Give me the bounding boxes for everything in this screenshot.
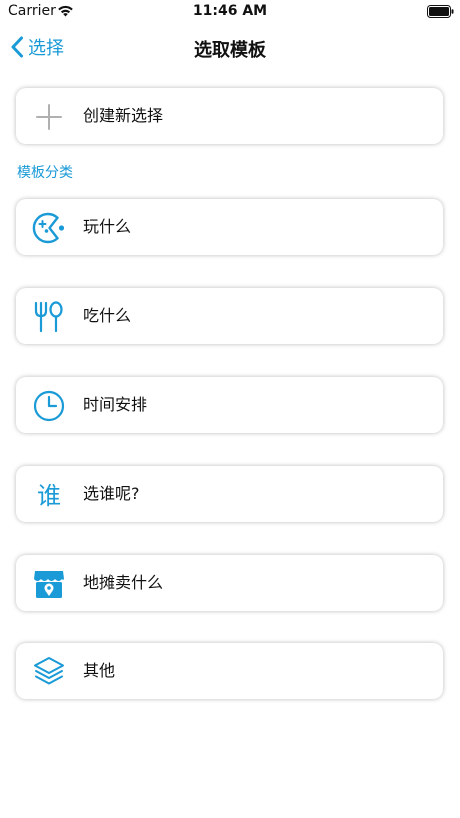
template-category-heading: 模板分类 (17, 165, 73, 181)
pacman-game-icon (32, 212, 65, 244)
template-item-who[interactable]: 谁 选谁呢? (16, 466, 443, 522)
template-item-schedule[interactable]: 时间安排 (16, 377, 443, 433)
clock-time: 11:46 AM (192, 3, 268, 19)
svg-text:谁: 谁 (37, 482, 61, 510)
who-character-icon: 谁 (37, 482, 61, 510)
navigation-bar: 选择 选取模板 (0, 24, 460, 70)
template-label: 吃什么 (83, 306, 132, 325)
page-title: 选取模板 (194, 40, 266, 61)
template-item-other[interactable]: 其他 (16, 643, 443, 699)
stall-shop-icon (34, 571, 64, 598)
template-label: 地摊卖什么 (83, 573, 164, 592)
template-item-stall[interactable]: 地摊卖什么 (16, 555, 443, 611)
template-label: 玩什么 (83, 217, 132, 236)
template-label: 选谁呢? (83, 484, 140, 503)
create-new-choice-label: 创建新选择 (83, 106, 164, 125)
fork-spoon-icon (34, 301, 63, 333)
layers-icon (34, 657, 64, 685)
template-label: 时间安排 (83, 395, 148, 414)
plus-icon (36, 104, 62, 130)
template-item-play[interactable]: 玩什么 (16, 199, 443, 255)
status-bar: Carrier 11:46 AM (0, 0, 460, 24)
battery-icon (427, 5, 454, 18)
template-label: 其他 (83, 661, 116, 680)
template-item-eat[interactable]: 吃什么 (16, 288, 443, 344)
clock-icon (33, 390, 65, 422)
create-new-choice-button[interactable]: 创建新选择 (16, 88, 443, 144)
